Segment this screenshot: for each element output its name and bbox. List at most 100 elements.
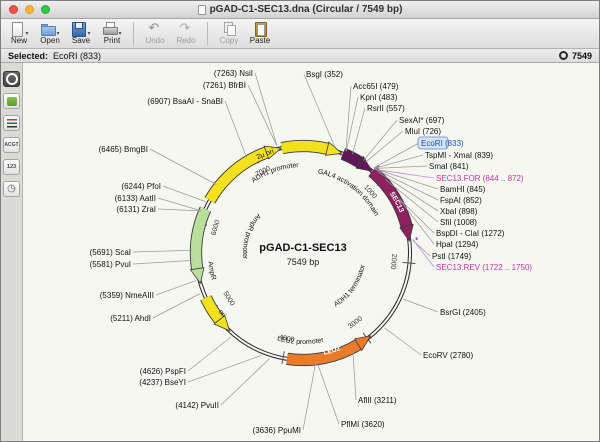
feature-label: AmpR xyxy=(206,261,216,281)
enzyme-label[interactable]: Acc65I (479) xyxy=(353,82,399,91)
paste-button-label: Paste xyxy=(250,36,270,45)
enzyme-label[interactable]: KpnI (483) xyxy=(360,93,398,102)
enzyme-label[interactable]: MluI (726) xyxy=(405,127,441,136)
sidebar-tab-enzymes[interactable] xyxy=(3,115,20,131)
enzyme-label[interactable]: (6907) BsaAI - SnaBI xyxy=(147,97,223,106)
enzyme-label[interactable]: PstI (1749) xyxy=(432,252,471,261)
document-proxy-icon xyxy=(198,5,206,15)
enzyme-label[interactable]: (4142) PvuII xyxy=(175,401,219,410)
enzyme-leader-line xyxy=(374,143,419,168)
enzyme-leader-line xyxy=(133,250,193,252)
enzyme-leader-line xyxy=(158,209,201,211)
sidebar-tab-primers[interactable]: 123 xyxy=(3,159,20,175)
acgt-letters-icon: ACGT xyxy=(4,142,18,148)
open-button-label: Open xyxy=(40,36,60,45)
scale-tick xyxy=(282,351,284,364)
sidebar-tab-history[interactable] xyxy=(3,181,20,197)
new-button-label: New xyxy=(11,36,27,45)
toolbar-separator xyxy=(207,22,208,45)
feature-arrowhead[interactable] xyxy=(190,268,203,284)
zoom-window-button[interactable] xyxy=(41,5,50,14)
enzyme-label[interactable]: (7261) BfrBI xyxy=(203,81,246,90)
map-canvas[interactable]: 10002000300040005000600070002μ oriADH1 p… xyxy=(23,63,599,441)
sidebar-tab-map[interactable] xyxy=(3,71,20,87)
enzyme-label[interactable]: BsrGI (2405) xyxy=(440,308,486,317)
enzyme-leader-line xyxy=(158,198,201,211)
new-button[interactable]: New xyxy=(7,21,31,45)
enzyme-label[interactable]: (4626) PspFI xyxy=(140,367,186,376)
plasmid-name: pGAD-C1-SEC13 xyxy=(259,242,346,254)
plasmid-map[interactable]: 10002000300040005000600070002μ oriADH1 p… xyxy=(23,63,600,442)
primer-label[interactable]: SEC13.FOR (844 .. 872) xyxy=(436,174,524,183)
enzyme-label[interactable]: (5581) PvuI xyxy=(90,260,131,269)
enzyme-label[interactable]: (6244) PfoI xyxy=(121,182,161,191)
save-button-label: Save xyxy=(72,36,90,45)
minimize-window-button[interactable] xyxy=(25,5,34,14)
print-button-label: Print xyxy=(104,36,120,45)
enzyme-label[interactable]: EcoRI (833) xyxy=(421,139,464,148)
enzyme-label[interactable]: (5211) AhdI xyxy=(110,314,151,323)
enzyme-label[interactable]: (7263) NsiI xyxy=(214,69,253,78)
undo-button[interactable]: Undo xyxy=(143,21,167,45)
copy-icon xyxy=(222,22,237,36)
enzyme-label[interactable]: (5359) NmeAIII xyxy=(100,291,154,300)
enzyme-leader-line xyxy=(156,281,196,295)
feature-arrow[interactable] xyxy=(206,298,220,320)
redo-arrow-icon xyxy=(179,22,194,36)
enzyme-label[interactable]: RsrII (557) xyxy=(367,104,405,113)
traffic-lights xyxy=(1,5,50,14)
enzyme-leader-line xyxy=(317,363,339,424)
sidebar-tab-features[interactable]: ACGT xyxy=(3,137,20,153)
redo-button[interactable]: Redo xyxy=(174,21,198,45)
print-button[interactable]: Print xyxy=(100,21,124,45)
chevron-down-icon[interactable] xyxy=(117,20,121,38)
save-button[interactable]: Save xyxy=(69,21,93,45)
enzyme-label[interactable]: FspAI (852) xyxy=(440,196,482,205)
enzyme-label[interactable]: SexAI* (697) xyxy=(399,116,445,125)
window-title-text: pGAD-C1-SEC13.dna (Circular / 7549 bp) xyxy=(210,4,403,15)
plasmid-size: 7549 bp xyxy=(287,257,320,267)
sidebar-tab-sequence[interactable] xyxy=(3,93,20,109)
enzyme-label[interactable]: (3636) PpuMI xyxy=(253,426,301,435)
enzyme-label[interactable]: (6131) ZraI xyxy=(116,205,156,214)
enzyme-label[interactable]: HpaI (1294) xyxy=(436,240,479,249)
enzyme-leader-line xyxy=(153,293,200,318)
enzyme-label[interactable]: EcoRV (2780) xyxy=(423,351,473,360)
chevron-down-icon[interactable] xyxy=(24,20,28,38)
enzyme-label[interactable]: TspMI - XmaI (839) xyxy=(425,151,493,160)
enzyme-leader-line xyxy=(413,239,434,267)
copy-button-label: Copy xyxy=(220,36,239,45)
enzyme-label[interactable]: (6133) AatII xyxy=(115,194,156,203)
chevron-down-icon[interactable] xyxy=(55,20,59,38)
open-button[interactable]: Open xyxy=(38,21,62,45)
open-folder-icon xyxy=(40,22,55,36)
enzyme-leader-line xyxy=(225,101,247,158)
enzyme-label[interactable]: PflMI (3620) xyxy=(341,420,385,429)
enzyme-leader-line xyxy=(403,299,438,312)
enzyme-label[interactable]: BsgI (352) xyxy=(306,70,343,79)
feature-arrow[interactable] xyxy=(282,146,327,149)
view-sidebar: ACGT 123 xyxy=(1,63,23,441)
enzyme-label[interactable]: (5691) ScaI xyxy=(90,248,131,257)
enzyme-label[interactable]: AflII (3211) xyxy=(358,396,397,405)
app-window: pGAD-C1-SEC13.dna (Circular / 7549 bp) N… xyxy=(0,0,600,442)
primer-label[interactable]: SEC13.REV (1722 .. 1750) xyxy=(436,263,532,272)
copy-button[interactable]: Copy xyxy=(217,21,241,45)
paste-button[interactable]: Paste xyxy=(248,21,272,45)
enzyme-label[interactable]: XbaI (898) xyxy=(440,207,478,216)
enzyme-leader-line xyxy=(384,328,421,355)
enzyme-label[interactable]: SfiI (1008) xyxy=(440,218,477,227)
window-titlebar[interactable]: pGAD-C1-SEC13.dna (Circular / 7549 bp) xyxy=(1,1,599,19)
enzyme-leader-line xyxy=(255,73,277,146)
close-window-button[interactable] xyxy=(9,5,18,14)
enzyme-label[interactable]: (4237) BseYI xyxy=(139,378,186,387)
undo-button-label: Undo xyxy=(145,36,164,45)
enzyme-label[interactable]: BspDI - ClaI (1272) xyxy=(436,229,505,238)
chevron-down-icon[interactable] xyxy=(86,20,90,38)
feature-arrow[interactable] xyxy=(196,209,205,269)
printer-icon xyxy=(102,22,117,36)
enzyme-label[interactable]: BamHI (845) xyxy=(440,185,486,194)
enzyme-label[interactable]: (6465) BmgBI xyxy=(99,145,148,154)
total-bp: 7549 xyxy=(572,51,592,61)
enzyme-label[interactable]: SmaI (841) xyxy=(429,162,469,171)
